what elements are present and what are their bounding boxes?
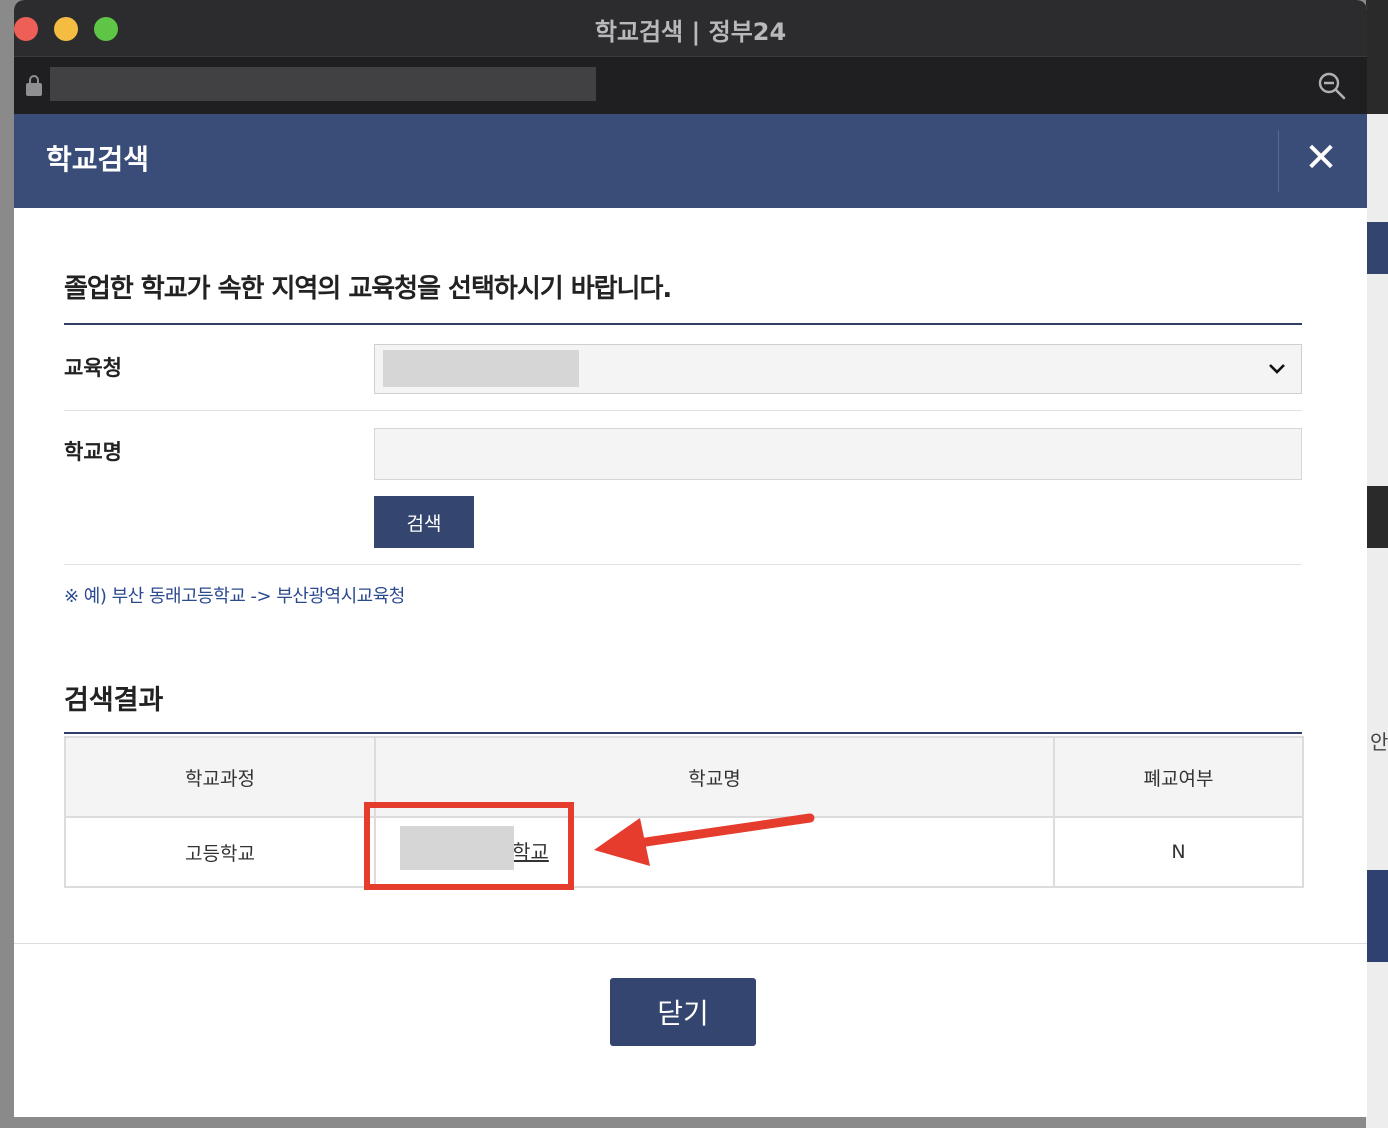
search-button[interactable]: 검색 (374, 496, 474, 548)
modal-header: 학교검색 ✕ (14, 114, 1367, 208)
column-header-closed: 폐교여부 (1053, 736, 1304, 818)
office-select[interactable] (374, 344, 1302, 394)
window-title: 학교검색 | 정부24 (594, 18, 787, 46)
modal-title: 학교검색 (46, 143, 150, 176)
background-text: 안 (1370, 730, 1388, 754)
lock-icon (26, 75, 42, 97)
school-name-label: 학교명 (64, 440, 122, 464)
background-block (1366, 870, 1388, 962)
close-icon[interactable]: ✕ (1297, 134, 1345, 182)
cell-course: 고등학교 (64, 816, 376, 888)
section-divider (64, 323, 1302, 325)
results-title: 검색결과 (64, 685, 164, 716)
row-divider (64, 564, 1302, 565)
instruction-text: 졸업한 학교가 속한 지역의 교육청을 선택하시기 바랍니다. (64, 274, 672, 304)
example-note: ※ 예) 부산 동래고등학교 -> 부산광역시교육청 (64, 586, 405, 607)
background-block (1366, 222, 1388, 274)
row-divider (64, 410, 1302, 411)
popup-window: 학교검색 | 정부24 학교검색 ✕ 졸업한 학교가 속한 지역의 교육청을 선… (14, 0, 1367, 1117)
footer-divider (14, 943, 1367, 944)
zoom-out-icon[interactable] (1317, 71, 1347, 101)
arrow-annotation-icon (594, 813, 815, 866)
close-button[interactable]: 닫기 (610, 978, 756, 1046)
address-bar (14, 56, 1367, 114)
office-label: 교육청 (64, 356, 122, 380)
chevron-down-icon (1269, 364, 1285, 374)
cell-closed: N (1053, 816, 1304, 888)
title-bar: 학교검색 | 정부24 (14, 0, 1367, 56)
school-name-input[interactable] (374, 428, 1302, 480)
url-field[interactable] (50, 67, 596, 101)
results-divider (64, 732, 1302, 734)
redacted-selection (383, 350, 579, 387)
column-header-course: 학교과정 (64, 736, 376, 818)
highlight-annotation (364, 802, 574, 890)
background-block (1366, 486, 1388, 548)
header-divider (1278, 130, 1279, 192)
background-block (1366, 0, 1388, 114)
background-page: 안 (1366, 0, 1388, 1128)
